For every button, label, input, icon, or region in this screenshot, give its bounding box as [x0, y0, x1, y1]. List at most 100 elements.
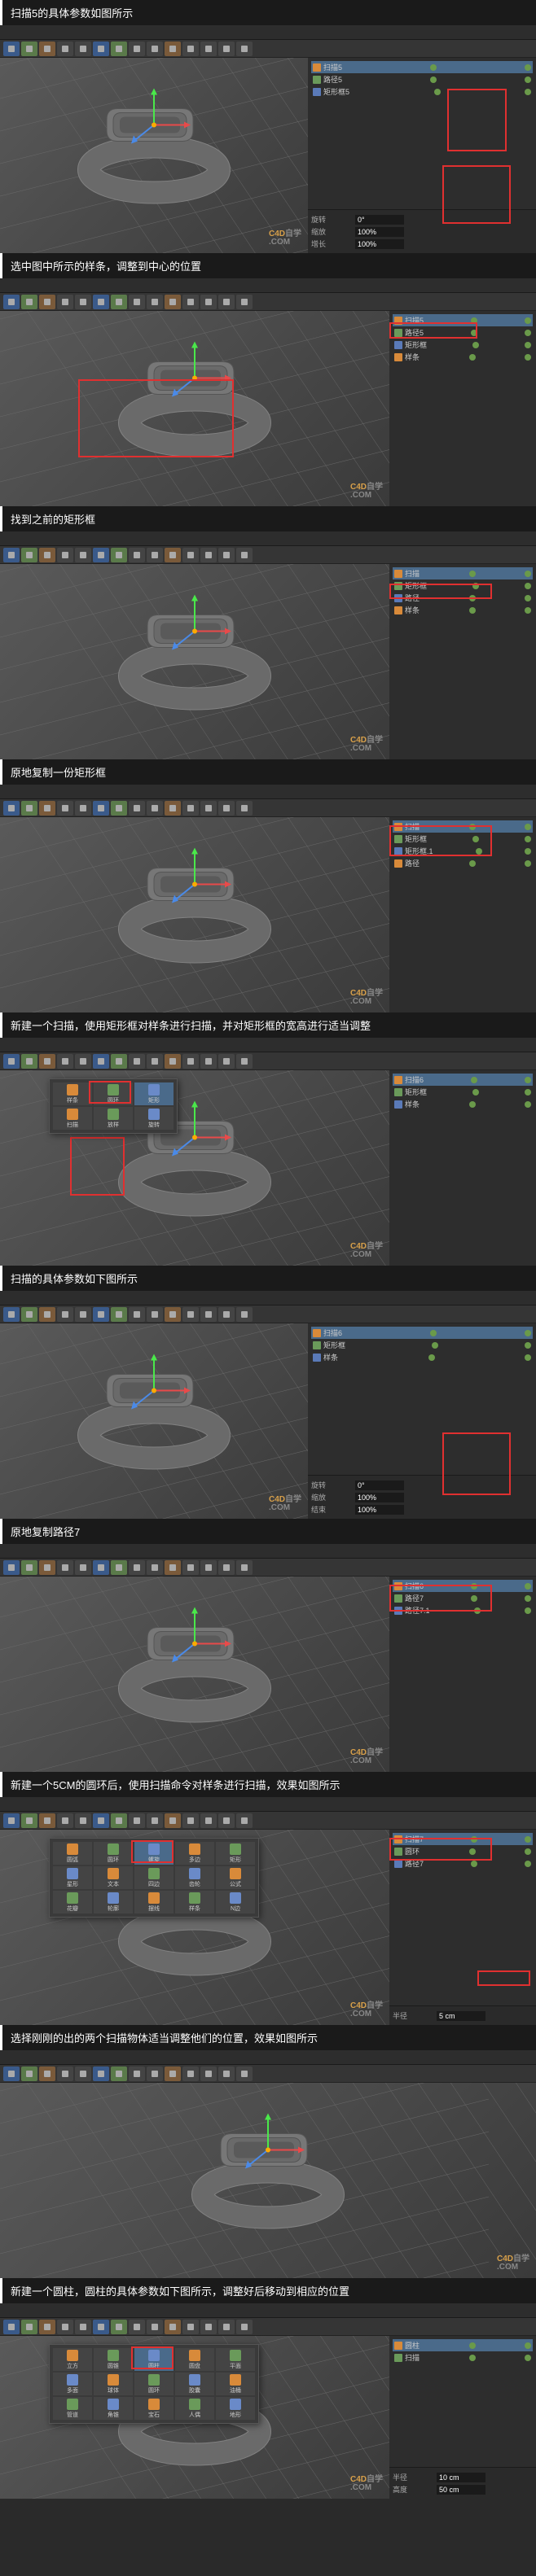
menu-item-球体[interactable]: 球体	[94, 2373, 133, 2395]
visibility-dot[interactable]	[471, 1583, 477, 1590]
toolbar-button-2[interactable]	[39, 2320, 55, 2334]
render-dot[interactable]	[525, 848, 531, 855]
toolbar-button-11[interactable]	[200, 42, 217, 56]
toolbar-button-11[interactable]	[200, 1054, 217, 1069]
visibility-dot[interactable]	[469, 571, 476, 577]
visibility-dot[interactable]	[471, 1836, 477, 1843]
toolbar-button-9[interactable]	[165, 1054, 181, 1069]
visibility-dot[interactable]	[469, 860, 476, 867]
toolbar-button-13[interactable]	[236, 2066, 253, 2081]
render-dot[interactable]	[525, 1330, 531, 1336]
toolbar-button-11[interactable]	[200, 1560, 217, 1575]
toolbar-button-12[interactable]	[218, 295, 235, 309]
toolbar-button-9[interactable]	[165, 42, 181, 56]
render-dot[interactable]	[525, 354, 531, 361]
toolbar-button-8[interactable]	[147, 1054, 163, 1069]
visibility-dot[interactable]	[472, 583, 479, 589]
tree-item[interactable]: 路径5	[311, 73, 533, 85]
prop-input[interactable]	[355, 1505, 404, 1515]
menu-item-旋转[interactable]: 旋转	[134, 1107, 174, 1130]
toolbar-button-4[interactable]	[75, 295, 91, 309]
visibility-dot[interactable]	[471, 317, 477, 324]
menu-item-螺旋[interactable]: 螺旋	[134, 1842, 174, 1865]
toolbar-button-5[interactable]	[93, 801, 109, 816]
toolbar-button-1[interactable]	[21, 295, 37, 309]
prop-input[interactable]	[355, 1493, 404, 1502]
toolbar-button-3[interactable]	[57, 1560, 73, 1575]
tree-item[interactable]: 矩形框.1	[393, 845, 533, 857]
viewport[interactable]: C4D自学.COM	[0, 564, 389, 759]
toolbar-button-2[interactable]	[39, 2066, 55, 2081]
toolbar-button-6[interactable]	[111, 1560, 127, 1575]
visibility-dot[interactable]	[471, 1077, 477, 1083]
toolbar-button-4[interactable]	[75, 42, 91, 56]
toolbar-button-10[interactable]	[182, 1307, 199, 1322]
toolbar-button-11[interactable]	[200, 295, 217, 309]
toolbar-button-13[interactable]	[236, 1054, 253, 1069]
toolbar-button-4[interactable]	[75, 1813, 91, 1828]
toolbar-button-1[interactable]	[21, 2320, 37, 2334]
menu-item-胶囊[interactable]: 胶囊	[175, 2373, 214, 2395]
render-dot[interactable]	[525, 583, 531, 589]
tree-item[interactable]: 路径5	[393, 326, 533, 339]
toolbar-button-12[interactable]	[218, 42, 235, 56]
toolbar-button-2[interactable]	[39, 801, 55, 816]
render-dot[interactable]	[525, 1342, 531, 1349]
tree-item[interactable]: 扫描	[393, 567, 533, 579]
visibility-dot[interactable]	[474, 1607, 481, 1614]
toolbar-button-11[interactable]	[200, 2066, 217, 2081]
tree-item[interactable]: 矩形框	[311, 1339, 533, 1351]
toolbar-button-5[interactable]	[93, 1813, 109, 1828]
toolbar-button-0[interactable]	[3, 548, 20, 562]
tree-item[interactable]: 样条	[311, 1351, 533, 1363]
viewport[interactable]: C4D自学.COM	[0, 1323, 308, 1519]
visibility-dot[interactable]	[430, 1330, 437, 1336]
toolbar-button-1[interactable]	[21, 1307, 37, 1322]
menu-item-轮廓[interactable]: 轮廓	[94, 1891, 133, 1913]
toolbar-button-2[interactable]	[39, 1813, 55, 1828]
toolbar-button-12[interactable]	[218, 1813, 235, 1828]
toolbar-button-5[interactable]	[93, 42, 109, 56]
toolbar-button-3[interactable]	[57, 42, 73, 56]
render-dot[interactable]	[525, 77, 531, 83]
viewport[interactable]: C4D自学.COM	[0, 817, 389, 1012]
render-dot[interactable]	[525, 342, 531, 348]
toolbar-button-2[interactable]	[39, 1054, 55, 1069]
toolbar-button-5[interactable]	[93, 295, 109, 309]
render-dot[interactable]	[525, 607, 531, 614]
toolbar-button-4[interactable]	[75, 1307, 91, 1322]
toolbar-button-5[interactable]	[93, 1054, 109, 1069]
prop-input[interactable]	[355, 1480, 404, 1490]
tree-item[interactable]: 扫描	[393, 820, 533, 833]
toolbar-button-5[interactable]	[93, 548, 109, 562]
render-dot[interactable]	[525, 836, 531, 842]
render-dot[interactable]	[525, 860, 531, 867]
render-dot[interactable]	[525, 1861, 531, 1867]
prop-input[interactable]	[355, 227, 404, 237]
visibility-dot[interactable]	[469, 354, 476, 361]
toolbar-button-5[interactable]	[93, 1307, 109, 1322]
toolbar-button-12[interactable]	[218, 548, 235, 562]
toolbar-button-0[interactable]	[3, 2066, 20, 2081]
toolbar-button-13[interactable]	[236, 1307, 253, 1322]
toolbar-button-5[interactable]	[93, 1560, 109, 1575]
render-dot[interactable]	[525, 1836, 531, 1843]
viewport[interactable]: C4D自学.COM	[0, 2083, 536, 2278]
render-dot[interactable]	[525, 571, 531, 577]
toolbar-button-13[interactable]	[236, 2320, 253, 2334]
menu-item-管道[interactable]: 管道	[53, 2397, 92, 2420]
toolbar-button-10[interactable]	[182, 1813, 199, 1828]
toolbar-button-12[interactable]	[218, 801, 235, 816]
toolbar-button-1[interactable]	[21, 1560, 37, 1575]
toolbar-button-3[interactable]	[57, 801, 73, 816]
toolbar-button-4[interactable]	[75, 2066, 91, 2081]
toolbar-button-12[interactable]	[218, 2320, 235, 2334]
toolbar-button-8[interactable]	[147, 801, 163, 816]
tree-item[interactable]: 矩形框5	[311, 85, 533, 98]
toolbar-button-10[interactable]	[182, 295, 199, 309]
toolbar-button-0[interactable]	[3, 295, 20, 309]
toolbar-button-8[interactable]	[147, 2320, 163, 2334]
viewport[interactable]: C4D自学.COM	[0, 58, 308, 253]
visibility-dot[interactable]	[469, 824, 476, 830]
render-dot[interactable]	[525, 2355, 531, 2361]
